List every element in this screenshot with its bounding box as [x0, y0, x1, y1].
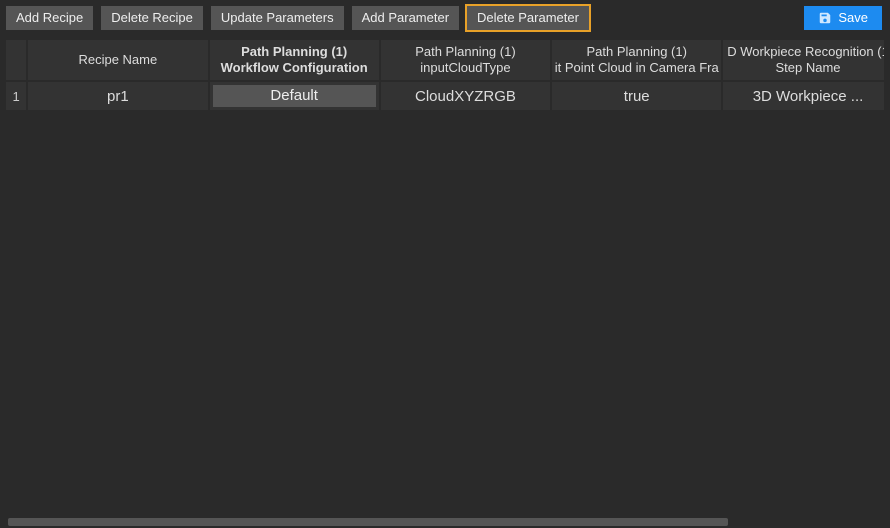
col-input-cloud-type[interactable]: Path Planning (1)inputCloudType: [381, 40, 552, 82]
col-point-cloud-camera[interactable]: Path Planning (1)it Point Cloud in Camer…: [552, 40, 723, 82]
col-step-name[interactable]: D Workpiece Recognition (1Step Name: [723, 40, 884, 82]
save-icon: [818, 11, 832, 25]
delete-recipe-button[interactable]: Delete Recipe: [101, 6, 203, 30]
col-rownum[interactable]: [6, 40, 28, 82]
save-button[interactable]: Save: [804, 6, 882, 30]
step-name-cell[interactable]: 3D Workpiece ...: [723, 82, 884, 112]
horizontal-scrollbar-thumb[interactable]: [8, 518, 728, 526]
table-row[interactable]: 1 pr1 Default CloudXYZRGB true 3D Workpi…: [6, 82, 884, 112]
table-scroll-area[interactable]: Recipe Name Path Planning (1)Workflow Co…: [6, 40, 884, 528]
col-workflow-config[interactable]: Path Planning (1)Workflow Configuration: [210, 40, 381, 82]
recipe-table: Recipe Name Path Planning (1)Workflow Co…: [6, 40, 884, 112]
update-parameters-button[interactable]: Update Parameters: [211, 6, 344, 30]
point-cloud-camera-cell[interactable]: true: [552, 82, 723, 112]
input-cloud-type-cell[interactable]: CloudXYZRGB: [381, 82, 552, 112]
toolbar: Add Recipe Delete Recipe Update Paramete…: [0, 0, 890, 36]
add-recipe-button[interactable]: Add Recipe: [6, 6, 93, 30]
workflow-config-cell[interactable]: Default: [210, 82, 381, 112]
add-parameter-button[interactable]: Add Parameter: [352, 6, 459, 30]
recipe-name-cell[interactable]: pr1: [28, 82, 209, 112]
horizontal-scrollbar[interactable]: [6, 516, 884, 528]
workflow-config-value: Default: [213, 85, 376, 107]
save-button-label: Save: [838, 10, 868, 26]
row-number-cell: 1: [6, 82, 28, 112]
table-header: Recipe Name Path Planning (1)Workflow Co…: [6, 40, 884, 82]
delete-parameter-button[interactable]: Delete Parameter: [467, 6, 589, 30]
col-recipe-name[interactable]: Recipe Name: [28, 40, 209, 82]
